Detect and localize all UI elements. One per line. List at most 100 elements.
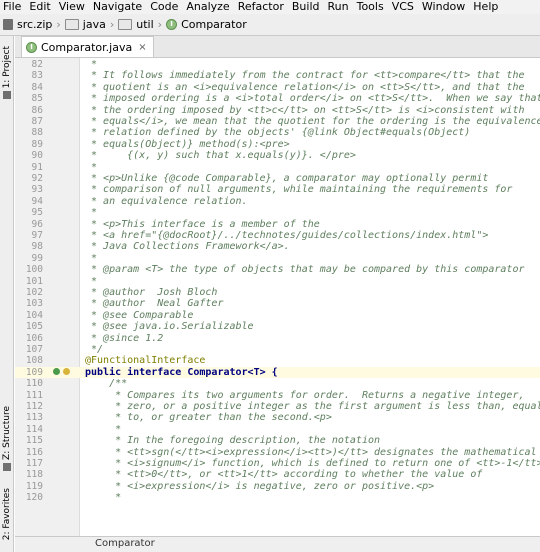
code-editor[interactable]: 82 * 83 * It follows immediately from the… — [15, 58, 540, 536]
code-line: 110 /** — [15, 378, 540, 389]
intention-bulb-icon[interactable] — [63, 367, 70, 375]
menu-edit[interactable]: Edit — [26, 0, 53, 14]
code-line: 108 @FunctionalInterface — [15, 355, 540, 366]
code-line: 89 * equals(Object)} method(s):<pre> — [15, 139, 540, 150]
line-number: 85 — [31, 93, 43, 105]
favorites-tool-tab[interactable]: 2: Favorites — [0, 488, 14, 540]
code-line: 115 * In the foregoing description, the … — [15, 435, 540, 446]
breadcrumb-label: Comparator — [181, 18, 247, 31]
code-text: * <p>Unlike {@code Comparable}, a compar… — [85, 173, 489, 184]
line-number: 104 — [25, 309, 43, 321]
code-line: 114 * — [15, 424, 540, 435]
code-line: 120 * — [15, 492, 540, 503]
navigation-bar: src.zip › java › util › I Comparator — [0, 14, 540, 36]
breadcrumb-label: java — [82, 18, 106, 31]
code-line: 119 * <i>expression</i> is negative, zer… — [15, 481, 540, 492]
folder-icon — [64, 19, 79, 30]
implemented-gutter-icon[interactable] — [53, 367, 60, 375]
code-line: 82 * — [15, 59, 540, 70]
code-text: * zero, or a positive integer as the fir… — [85, 401, 540, 412]
code-line: 87 * equals</i>, we mean that the quotie… — [15, 116, 540, 127]
breadcrumb-comparator[interactable]: I Comparator — [166, 18, 247, 31]
breadcrumb-src-zip[interactable]: src.zip › — [3, 18, 61, 31]
code-line: 105 * @see java.io.Serializable — [15, 321, 540, 332]
code-line: 91 * — [15, 162, 540, 173]
line-number: 89 — [31, 138, 43, 150]
code-text: * @param <T> the type of objects that ma… — [85, 264, 525, 276]
code-line: 99 * — [15, 253, 540, 264]
line-number: 87 — [31, 116, 43, 127]
code-line: 111 * Compares its two arguments for ord… — [15, 390, 540, 401]
code-text: * {(x, y) such that x.equals(y)}. </pre> — [85, 150, 356, 162]
menu-file[interactable]: File — [0, 0, 24, 14]
breadcrumb-util[interactable]: util › — [118, 18, 162, 31]
breadcrumb-java[interactable]: java › — [64, 18, 115, 31]
code-text: * Java Collections Framework</a>. — [85, 241, 290, 253]
project-tab-label: 1: Project — [2, 46, 12, 89]
menu-view[interactable]: View — [56, 0, 88, 14]
menu-bar: File Edit View Navigate Code Analyze Refactor B… — [0, 0, 540, 14]
menu-help[interactable]: Help — [470, 0, 501, 14]
menu-analyze[interactable]: Analyze — [183, 0, 232, 14]
line-number: 90 — [31, 150, 43, 162]
line-number: 83 — [31, 70, 43, 82]
close-icon[interactable]: × — [138, 42, 146, 53]
line-number: 107 — [25, 344, 43, 355]
code-line: 88 * relation defined by the objects' {@… — [15, 127, 540, 138]
code-line: 95 * — [15, 207, 540, 218]
chevron-right-icon: › — [109, 18, 115, 31]
code-text: * — [85, 275, 98, 287]
code-line: 97 * <a href="{@docRoot}/../technotes/gu… — [15, 230, 540, 241]
code-line: 107 */ — [15, 344, 540, 355]
breadcrumb-label: src.zip — [17, 18, 53, 31]
line-number: 97 — [31, 230, 43, 241]
menu-window[interactable]: Window — [419, 0, 468, 14]
code-line: 92 * <p>Unlike {@code Comparable}, a com… — [15, 173, 540, 184]
code-line: 94 * an equivalence relation. — [15, 196, 540, 207]
menu-code[interactable]: Code — [147, 0, 181, 14]
project-tool-tab[interactable]: 1: Project — [0, 46, 14, 100]
code-text: * <i>signum</i> function, which is defin… — [85, 458, 540, 469]
line-number: 112 — [25, 401, 43, 412]
code-text: * <tt>0</tt>, or <tt>1</tt> according to… — [85, 469, 483, 481]
breadcrumb-label: util — [136, 18, 154, 31]
code-text: public interface Comparator<T> { — [85, 366, 278, 378]
line-number: 94 — [31, 195, 43, 207]
code-line: 118 * <tt>0</tt>, or <tt>1</tt> accordin… — [15, 469, 540, 480]
line-number: 102 — [25, 287, 43, 298]
line-number: 98 — [31, 241, 43, 253]
tab-comparator-java[interactable]: I Comparator.java × — [21, 36, 154, 57]
code-line: 103 * @author Neal Gafter — [15, 298, 540, 309]
code-text: * quotient is an <i>equivalence relation… — [85, 81, 525, 93]
menu-run[interactable]: Run — [325, 0, 352, 14]
code-text: * equals(Object)} method(s):<pre> — [85, 138, 290, 150]
structure-tab-label: Z: Structure — [2, 406, 12, 460]
code-text: * <p>This interface is a member of the — [85, 218, 320, 230]
line-number: 92 — [31, 173, 43, 184]
line-number: 105 — [25, 321, 43, 333]
line-number: 84 — [31, 81, 43, 93]
tab-label: Comparator.java — [41, 40, 133, 54]
code-line: 85 * imposed ordering is a <i>total orde… — [15, 93, 540, 104]
code-text: * @since 1.2 — [85, 332, 164, 344]
menu-refactor[interactable]: Refactor — [235, 0, 287, 14]
status-breadcrumb: Comparator — [95, 538, 155, 549]
code-text: * <i>expression</i> is negative, zero or… — [85, 480, 435, 492]
menu-build[interactable]: Build — [289, 0, 323, 14]
code-text: * — [85, 59, 98, 70]
code-text: * <a href="{@docRoot}/../technotes/guide… — [85, 230, 489, 241]
line-number: 115 — [25, 435, 43, 447]
code-line: 93 * comparison of null arguments, while… — [15, 184, 540, 195]
menu-tools[interactable]: Tools — [354, 0, 387, 14]
code-line: 112 * zero, or a positive integer as the… — [15, 401, 540, 412]
line-number: 116 — [25, 446, 43, 458]
code-text: * @author Neal Gafter — [85, 298, 224, 310]
code-text: * @see Comparable — [85, 309, 194, 321]
menu-vcs[interactable]: VCS — [389, 0, 417, 14]
code-line: 106 * @since 1.2 — [15, 333, 540, 344]
menu-navigate[interactable]: Navigate — [90, 0, 145, 14]
code-text: * the ordering imposed by <tt>c</tt> on … — [85, 104, 525, 116]
line-number: 96 — [31, 218, 43, 230]
structure-tool-tab[interactable]: Z: Structure — [0, 406, 14, 471]
code-text: * — [85, 161, 98, 173]
